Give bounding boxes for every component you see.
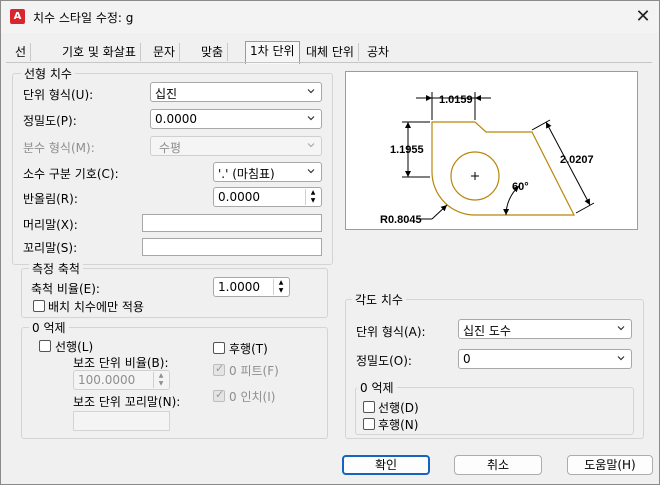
checkmark-icon: ✓ xyxy=(215,362,225,375)
scale-factor-value: 1.0000 xyxy=(218,280,260,294)
angular-leading-checkbox[interactable] xyxy=(363,401,375,413)
tab-lines[interactable]: 선 xyxy=(11,43,32,61)
sub-units-factor-label: 보조 단위 비율(B): xyxy=(73,356,169,370)
decimal-separator-value: '.' (마침표) xyxy=(218,167,275,181)
angular-unit-format-select[interactable]: 십진 도수 xyxy=(458,319,632,339)
spin-up-icon[interactable]: ▲ xyxy=(154,372,168,380)
tab-divider xyxy=(6,62,652,63)
sub-units-factor-value: 100.0000 xyxy=(78,373,136,387)
angular-leading-label: 선행(D) xyxy=(378,401,419,415)
unit-format-value: 십진 xyxy=(155,87,178,101)
tab-symbols-arrows[interactable]: 기호 및 화살표 xyxy=(58,43,141,61)
tab-text[interactable]: 문자 xyxy=(149,43,181,61)
sub-units-suffix-input[interactable] xyxy=(73,411,170,431)
unit-format-label: 단위 형식(U): xyxy=(23,88,94,102)
chevron-down-icon xyxy=(307,169,315,174)
prefix-label: 머리말(X): xyxy=(23,218,78,232)
fraction-format-label: 분수 형식(M): xyxy=(23,141,95,155)
chevron-down-icon xyxy=(307,116,315,121)
spin-down-icon[interactable]: ▼ xyxy=(306,197,320,205)
precision-select[interactable]: 0.0000 xyxy=(150,109,322,129)
chevron-down-icon xyxy=(617,326,625,331)
dim-radius-text: R0.8045 xyxy=(380,214,422,226)
angular-precision-select[interactable]: 0 xyxy=(458,349,632,369)
scale-factor-spinner[interactable]: 1.0000 ▲ ▼ xyxy=(213,277,290,297)
spin-up-icon[interactable]: ▲ xyxy=(274,279,288,287)
window-title: 치수 스타일 수정: g xyxy=(33,11,134,25)
chevron-down-icon xyxy=(307,143,315,148)
scale-factor-label: 축척 비율(E): xyxy=(31,282,100,296)
sub-units-suffix-label: 보조 단위 꼬리말(N): xyxy=(73,395,181,409)
dialog-window: A 치수 스타일 수정: g ✕ 선 기호 및 화살표 문자 맞춤 1차 단위 … xyxy=(0,0,660,485)
tab-fit[interactable]: 맞춤 xyxy=(197,43,229,61)
close-icon[interactable]: ✕ xyxy=(633,7,653,27)
chevron-down-icon xyxy=(617,356,625,361)
linear-group-title: 선형 치수 xyxy=(21,65,75,82)
zero-inches-checkbox[interactable]: ✓ xyxy=(213,388,225,402)
tab-tolerances[interactable]: 공차 xyxy=(363,43,393,61)
help-button[interactable]: 도움말(H) xyxy=(567,455,653,475)
angular-precision-label: 정밀도(O): xyxy=(356,354,412,368)
fraction-format-value: 수평 xyxy=(159,141,182,155)
zero-suppression-title: 0 억제 xyxy=(29,319,69,336)
part-outline xyxy=(431,121,575,216)
decimal-separator-select[interactable]: '.' (마침표) xyxy=(213,162,322,182)
leading-zero-checkbox[interactable] xyxy=(39,340,51,352)
dim-angle-text: 60° xyxy=(512,181,529,193)
chevron-down-icon xyxy=(307,89,315,94)
trailing-zero-label: 후행(T) xyxy=(229,342,268,356)
angular-group-title: 각도 치수 xyxy=(352,291,406,308)
dimension-preview: 1.0159 1.1955 2.0207 60° R0.8045 xyxy=(345,71,638,230)
tab-alternate-units[interactable]: 대체 단위 xyxy=(302,43,359,61)
precision-label: 정밀도(P): xyxy=(23,114,77,128)
zero-feet-checkbox[interactable]: ✓ xyxy=(213,362,225,376)
decimal-separator-label: 소수 구분 기호(C): xyxy=(23,167,119,181)
suffix-input[interactable] xyxy=(142,238,322,256)
prefix-input[interactable] xyxy=(142,214,322,232)
leading-zero-label: 선행(L) xyxy=(55,340,94,354)
spin-down-icon[interactable]: ▼ xyxy=(274,287,288,295)
checkmark-icon: ✓ xyxy=(215,388,225,401)
layout-only-label: 배치 치수에만 적용 xyxy=(48,300,144,314)
dim-left-text: 1.1955 xyxy=(390,144,424,156)
angular-trailing-checkbox[interactable] xyxy=(363,418,375,430)
fraction-format-select[interactable]: 수평 xyxy=(150,136,322,156)
ok-button[interactable]: 확인 xyxy=(342,455,430,475)
dim-diag-text: 2.0207 xyxy=(560,154,594,166)
angular-unit-format-label: 단위 형식(A): xyxy=(356,325,426,339)
title-bar: A 치수 스타일 수정: g ✕ xyxy=(1,1,659,33)
spin-down-icon[interactable]: ▼ xyxy=(154,380,168,388)
round-off-spinner[interactable]: 0.0000 ▲ ▼ xyxy=(213,187,322,207)
unit-format-select[interactable]: 십진 xyxy=(150,82,322,102)
trailing-zero-checkbox[interactable] xyxy=(213,342,225,354)
angular-precision-value: 0 xyxy=(463,352,471,366)
angular-trailing-label: 후행(N) xyxy=(378,418,419,432)
round-off-label: 반올림(R): xyxy=(23,192,78,206)
suffix-label: 꼬리말(S): xyxy=(23,241,78,255)
angular-zero-title: 0 억제 xyxy=(357,379,397,396)
autocad-app-icon: A xyxy=(10,9,25,24)
dim-top-text: 1.0159 xyxy=(439,94,473,106)
spin-up-icon[interactable]: ▲ xyxy=(306,189,320,197)
round-off-value: 0.0000 xyxy=(218,190,260,204)
tab-primary-units[interactable]: 1차 단위 xyxy=(245,41,300,64)
precision-value: 0.0000 xyxy=(155,112,197,126)
zero-inches-label: 0 인치(I) xyxy=(229,390,276,404)
preview-drawing: 1.0159 1.1955 2.0207 60° R0.8045 xyxy=(380,92,595,226)
scale-group-title: 측정 축척 xyxy=(29,260,83,277)
zero-feet-label: 0 피트(F) xyxy=(229,364,279,378)
angular-unit-format-value: 십진 도수 xyxy=(463,324,511,338)
sub-units-factor-spinner[interactable]: 100.0000 ▲ ▼ xyxy=(73,370,170,390)
cancel-button[interactable]: 취소 xyxy=(454,455,542,475)
layout-only-checkbox[interactable] xyxy=(33,300,45,312)
